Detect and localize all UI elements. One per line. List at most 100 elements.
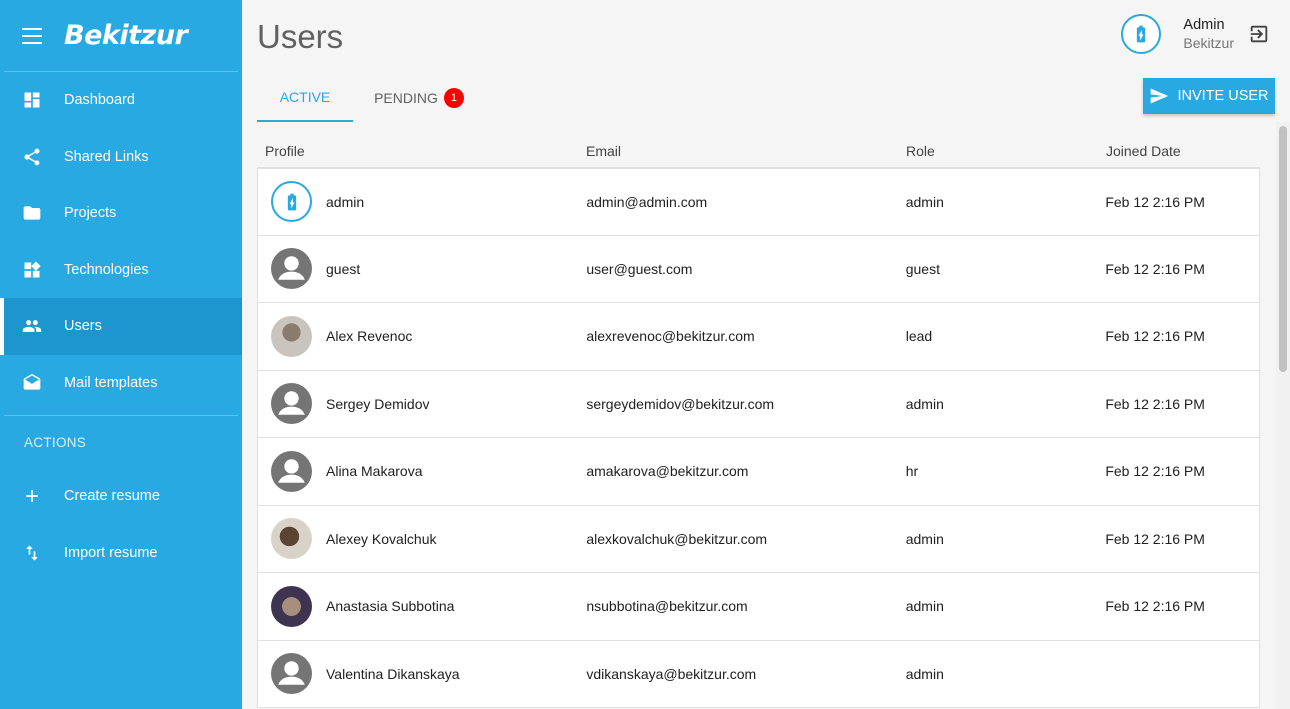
table-row[interactable]: Anastasia Subbotina nsubbotina@bekitzur.… [257,573,1260,641]
joined-date-cell: Feb 12 2:16 PM [1105,260,1205,277]
joined-date-cell: Feb 12 2:16 PM [1105,463,1205,480]
user-name-cell: Alina Makarova [326,463,423,480]
pending-count-badge: 1 [443,88,464,108]
default-user-icon [278,661,305,686]
import-icon [22,543,42,563]
tab-pending-label: PENDING [374,90,438,106]
people-icon [22,316,42,336]
role-cell: admin [905,395,944,412]
share-icon [22,147,42,167]
profile-cell: admin [258,181,586,223]
avatar [271,450,312,492]
role-cell: admin [905,530,944,547]
mail-icon [22,373,42,393]
sidebar-item-label: Import resume [64,544,158,561]
profile-cell: Valentina Dikanskaya [258,653,586,695]
scrollbar[interactable] [1276,122,1290,709]
sidebar-item-users[interactable]: Users [0,298,242,355]
sidebar-item-label: Create resume [64,488,160,505]
avatar [271,181,312,223]
table-row[interactable]: Alex Revenoc alexrevenoc@bekitzur.com le… [257,303,1260,371]
avatar [271,585,312,627]
user-name-cell: Valentina Dikanskaya [326,665,460,682]
sidebar-item-label: Mail templates [64,374,158,391]
table-row[interactable]: Alina Makarova amakarova@bekitzur.com hr… [257,438,1260,506]
role-cell: hr [905,463,919,480]
avatar [271,248,312,290]
user-name-cell: Sergey Demidov [326,395,430,412]
default-user-icon [278,458,305,483]
column-header-role[interactable]: Role [906,143,1106,159]
profile-cell: guest [258,248,586,290]
profile-cell: Alexey Kovalchuk [258,518,586,560]
email-cell: alexkovalchuk@bekitzur.com [586,530,768,547]
invite-user-button[interactable]: INVITE USER [1143,78,1275,114]
email-cell: alexrevenoc@bekitzur.com [586,328,755,345]
sidebar-header: Bekitzur [4,0,238,72]
table-row[interactable]: Sergey Demidov sergeydemidov@bekitzur.co… [257,370,1260,438]
tab-active[interactable]: ACTIVE [257,74,353,122]
logout-icon[interactable] [1248,23,1270,45]
table-row[interactable]: guest user@guest.com guest Feb 12 2:16 P… [257,235,1260,303]
role-cell: admin [905,598,944,615]
avatar [271,518,312,560]
user-name-cell: guest [326,260,361,277]
user-name-cell: Alexey Kovalchuk [326,530,437,547]
table-body: admin admin@admin.com admin Feb 12 2:16 … [257,167,1260,708]
table-header: Profile Email Role Joined Date [257,135,1260,167]
sidebar-nav: Dashboard Shared Links Projects Technolo… [0,72,242,411]
folder-icon [22,203,42,223]
avatar [271,383,312,425]
page-title: Users [257,18,344,55]
profile-cell: Anastasia Subbotina [258,585,586,627]
invite-user-label: INVITE USER [1177,88,1269,104]
sidebar-item-shared-links[interactable]: Shared Links [0,129,242,186]
email-cell: user@guest.com [586,260,693,277]
users-table: Profile Email Role Joined Date admin adm… [257,135,1260,708]
sidebar-item-label: Technologies [64,261,149,278]
plus-icon [22,486,42,506]
avatar [271,653,312,695]
joined-date-cell: Feb 12 2:16 PM [1105,328,1205,345]
tab-pending[interactable]: PENDING 1 [353,74,485,122]
sidebar-action-create-resume[interactable]: Create resume [0,468,242,525]
role-cell: lead [905,328,933,345]
sidebar-item-technologies[interactable]: Technologies [0,242,242,299]
user-info: Admin Bekitzur [1183,17,1234,51]
battery-charging-icon [1137,25,1146,43]
table-row[interactable]: Valentina Dikanskaya vdikanskaya@bekitzu… [257,640,1260,708]
hamburger-menu-icon[interactable] [22,27,42,44]
user-name: Admin [1183,17,1225,33]
sidebar-item-label: Shared Links [64,148,149,165]
sidebar-item-projects[interactable]: Projects [0,185,242,242]
sidebar-actions: Create resume Import resume [0,468,242,581]
column-header-profile[interactable]: Profile [257,143,586,159]
email-cell: sergeydemidov@bekitzur.com [586,395,775,412]
battery-charging-icon [287,193,296,211]
sidebar: Bekitzur Dashboard Shared Links Projects… [0,0,242,709]
sidebar-item-label: Dashboard [64,92,135,109]
scrollbar-thumb[interactable] [1279,126,1287,372]
app-root: Bekitzur Dashboard Shared Links Projects… [0,0,1290,709]
default-user-icon [278,256,305,281]
column-header-email[interactable]: Email [586,143,906,159]
sidebar-section-actions: ACTIONS [24,434,87,450]
joined-date-cell: Feb 12 2:16 PM [1105,598,1205,615]
user-name-cell: Alex Revenoc [326,328,413,345]
sidebar-item-label: Projects [64,205,117,222]
table-row[interactable]: admin admin@admin.com admin Feb 12 2:16 … [257,168,1260,236]
sidebar-item-dashboard[interactable]: Dashboard [0,72,242,129]
send-icon [1151,88,1169,104]
app-logo[interactable]: Bekitzur [64,20,188,51]
table-row[interactable]: Alexey Kovalchuk alexkovalchuk@bekitzur.… [257,505,1260,573]
profile-cell: Alina Makarova [258,450,586,492]
default-user-icon [278,391,305,416]
sidebar-item-mail-templates[interactable]: Mail templates [0,355,242,412]
email-cell: admin@admin.com [586,193,708,210]
column-header-joined-date[interactable]: Joined Date [1106,143,1260,159]
profile-cell: Sergey Demidov [258,383,586,425]
sidebar-action-import-resume[interactable]: Import resume [0,525,242,582]
widgets-icon [22,260,42,280]
avatar[interactable] [1121,14,1162,54]
role-cell: guest [905,260,940,277]
